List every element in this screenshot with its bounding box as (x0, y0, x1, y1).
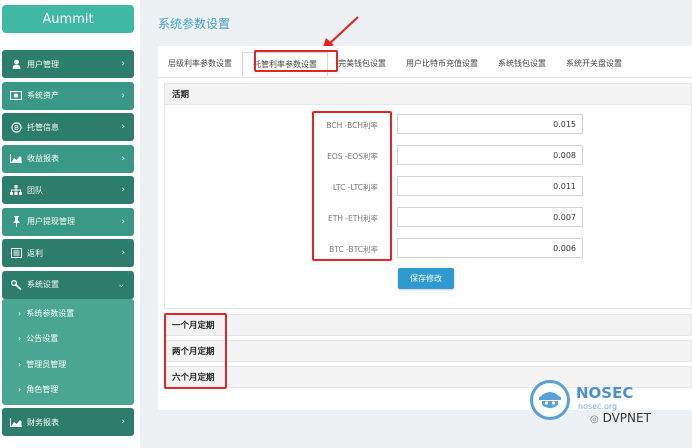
submenu-item-system-params[interactable]: › 系统参数设置 (2, 301, 134, 327)
submenu-item-label: 公告设置 (26, 334, 59, 344)
chevron-down-icon: ⌄ (117, 279, 125, 290)
section-two-month[interactable]: 两个月定期 (164, 340, 692, 362)
sidebar-item-custody-info[interactable]: B 托管信息 › (2, 113, 134, 141)
chevron-right-icon: › (121, 153, 125, 164)
section-one-month[interactable]: 一个月定期 (164, 314, 692, 336)
submenu-item-role-management[interactable]: › 角色管理 (2, 377, 134, 403)
sidebar-item-team[interactable]: 团队 › (2, 176, 134, 204)
annotation-box-tab (254, 50, 338, 72)
watermark-account-label: DVPNET (602, 411, 651, 425)
sidebar-item-label: 用户提现管理 (27, 217, 75, 226)
sidebar-item-label: 系统资产 (27, 91, 59, 100)
sidebar-item-finance-report[interactable]: 财务报表 › (2, 408, 134, 436)
watermark-brand: NOSEC (576, 384, 634, 402)
chevron-right-icon: › (18, 385, 22, 395)
sidebar-item-label: 财务报表 (27, 417, 59, 427)
submenu-item-label: 管理员管理 (26, 359, 67, 369)
sidebar: Aummit 用户管理 › 系统资产 › B 托管信息 › 收益报表 › 团队 … (0, 0, 140, 448)
thumbtack-icon (10, 216, 22, 227)
submenu-item-label: 角色管理 (26, 385, 59, 395)
btc-rate-input[interactable] (397, 238, 583, 258)
area-chart-icon (10, 417, 22, 427)
sidebar-item-label: 团队 (27, 185, 43, 195)
page-title: 系统参数设置 (158, 17, 231, 31)
sidebar-item-system-assets[interactable]: 系统资产 › (2, 81, 134, 110)
annotation-box-labels (312, 111, 392, 261)
wechat-icon: ◎ (590, 414, 599, 425)
app-logo[interactable]: Aummit (2, 5, 134, 33)
submenu-item-label: 系统参数设置 (26, 308, 75, 318)
tab-system-wallet[interactable]: 系统钱包设置 (488, 53, 556, 75)
hacker-mask-icon (539, 392, 561, 408)
sidebar-item-label: 返利 (27, 248, 43, 258)
chevron-right-icon: › (121, 248, 125, 258)
section-current[interactable]: 活期 (164, 83, 692, 105)
sidebar-item-user-management[interactable]: 用户管理 › (2, 50, 134, 78)
user-icon (10, 59, 22, 69)
sidebar-item-label: 系统设置 (27, 280, 59, 289)
area-chart-icon (10, 154, 22, 164)
submenu-item-announcement[interactable]: › 公告设置 (2, 326, 134, 352)
sidebar-item-label: 收益报表 (27, 154, 59, 163)
tab-market-switch[interactable]: 系统开关盘设置 (556, 53, 632, 75)
chevron-right-icon: › (121, 185, 125, 195)
bitcoin-icon: B (10, 121, 22, 133)
system-settings-submenu: › 系统参数设置 › 公告设置 › 管理员管理 › 角色管理 (2, 298, 134, 405)
eth-rate-input[interactable] (397, 207, 583, 227)
svg-text:B: B (14, 124, 19, 132)
save-button[interactable]: 保存修改 (398, 268, 454, 289)
chevron-right-icon: › (121, 417, 125, 427)
submenu-item-admin-management[interactable]: › 管理员管理 (2, 352, 134, 378)
chevron-right-icon: › (121, 90, 125, 101)
list-icon (10, 248, 22, 258)
tab-tier-rate[interactable]: 层级利率参数设置 (158, 53, 242, 75)
sidebar-item-label: 用户管理 (27, 59, 59, 69)
ltc-rate-input[interactable] (397, 176, 583, 196)
eos-rate-input[interactable] (397, 145, 583, 165)
chevron-right-icon: › (121, 122, 125, 132)
tab-perfect-wallet[interactable]: 完美钱包设置 (328, 53, 396, 75)
sidebar-item-system-settings[interactable]: 系统设置 ⌄ (2, 270, 134, 299)
chevron-right-icon: › (121, 216, 125, 227)
tab-btc-deposit[interactable]: 用户比特币充值设置 (396, 53, 488, 75)
chevron-right-icon: › (18, 334, 22, 344)
sidebar-menu: 用户管理 › 系统资产 › B 托管信息 › 收益报表 › 团队 › 用户提现管… (2, 50, 134, 440)
annotation-box-sections (164, 313, 227, 389)
sidebar-item-withdrawal-management[interactable]: 用户提现管理 › (2, 207, 134, 236)
chevron-right-icon: › (121, 59, 125, 69)
sidebar-item-label: 托管信息 (27, 122, 59, 132)
chevron-right-icon: › (18, 359, 22, 369)
watermark-logo (530, 380, 570, 420)
chevron-right-icon: › (18, 308, 22, 318)
bch-rate-input[interactable] (397, 114, 583, 134)
money-icon (10, 91, 22, 101)
tab-bar: 层级利率参数设置 托管利率参数设置 完美钱包设置 用户比特币充值设置 系统钱包设… (158, 50, 692, 78)
sidebar-item-income-report[interactable]: 收益报表 › (2, 144, 134, 173)
watermark-account: ◎ DVPNET (590, 411, 651, 425)
sitemap-icon (10, 185, 22, 195)
wrench-icon (10, 279, 22, 290)
watermark-domain: nosec.org (578, 402, 618, 411)
sidebar-item-rebate[interactable]: 返利 › (2, 239, 134, 267)
